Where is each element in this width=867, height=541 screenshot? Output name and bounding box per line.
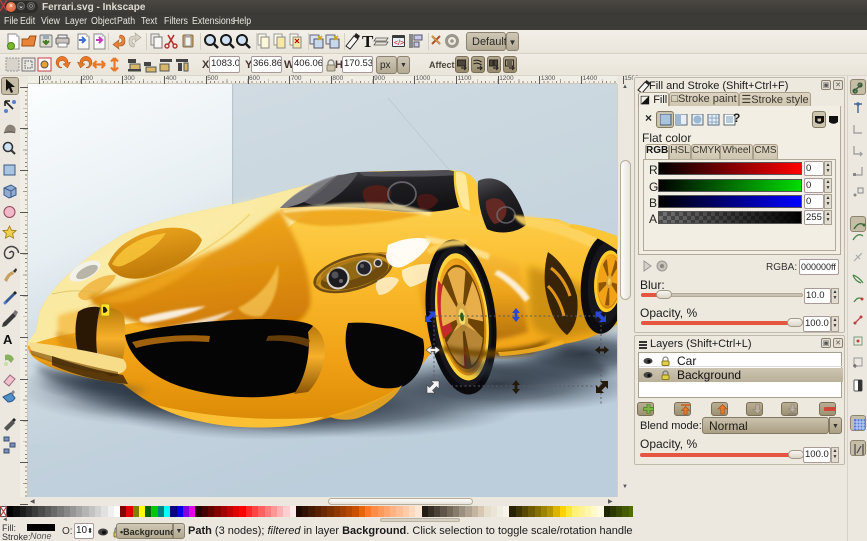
svg-text:T: T [362,32,374,51]
svg-text:</>: </> [394,40,404,47]
svg-text:A: A [3,332,13,347]
